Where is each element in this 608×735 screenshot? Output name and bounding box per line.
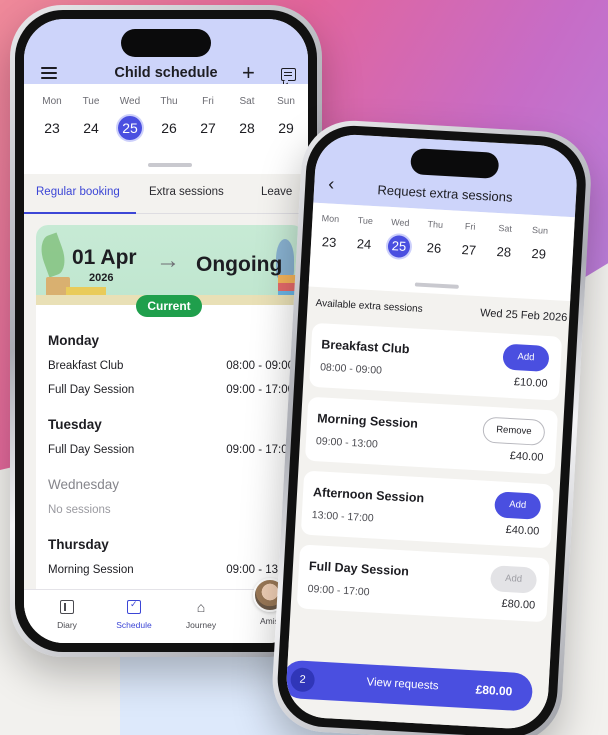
day-tue[interactable]: Tue 24 (347, 205, 382, 257)
drag-handle[interactable] (148, 163, 192, 167)
remove-button[interactable]: Remove (482, 416, 546, 446)
plant-illustration (36, 232, 71, 278)
week-strip: Mon 23 Tue 24 Wed 25 Thu 26 Fri 27 Sat 28 Sun 2… (308, 202, 575, 302)
session-row: Full Day Session 09:00 - 17:00 (48, 384, 294, 396)
bottom-nav: Diary Schedule ⌂ Journey Amisha (24, 578, 308, 643)
day-sat[interactable]: Sat 28 (228, 84, 266, 140)
booking-start-year: 2026 (89, 272, 114, 284)
session-row: Morning Session 09:00 - 13:00 (48, 564, 294, 576)
day-wed-selected[interactable]: Wed 25 (111, 84, 149, 140)
drag-handle[interactable] (414, 282, 459, 289)
diary-icon (60, 600, 74, 614)
phone-request-extra-sessions: ‹ Request extra sessions Mon 23 Tue 24 Wed… (269, 118, 594, 735)
calendar-check-icon (127, 599, 141, 614)
session-card: Breakfast Club 08:00 - 09:00 Add £10.00 (309, 322, 563, 401)
status-badge: Current (136, 295, 202, 317)
session-row: Full Day Session 09:00 - 17:00 (48, 444, 294, 456)
add-button[interactable]: Add (502, 343, 550, 373)
nav-schedule[interactable]: Schedule (104, 599, 164, 630)
request-count-badge: 2 (289, 667, 316, 693)
weekly-schedule: Monday Breakfast Club 08:00 - 09:00 Full … (48, 333, 294, 588)
view-requests-total: £80.00 (475, 682, 513, 699)
extra-sessions-screen: ‹ Request extra sessions Mon 23 Tue 24 Wed… (284, 132, 579, 731)
booking-end: Ongoing (196, 253, 283, 276)
graduation-cap-icon: ⌂ (196, 599, 206, 615)
view-requests-label: View requests (366, 676, 439, 693)
booking-banner: 01 Apr 2026 → Ongoing (36, 225, 304, 305)
day-tue[interactable]: Tue 24 (72, 84, 110, 140)
schedule-screen: Child schedule + Mon 23 Tue 24 Wed 25 Thu 26… (24, 19, 308, 643)
tab-extra-sessions[interactable]: Extra sessions (149, 186, 224, 198)
booking-start-date: 01 Apr (72, 246, 137, 269)
message-icon[interactable] (281, 68, 296, 81)
tab-bar: Regular booking Extra sessions Leave (24, 174, 308, 214)
page-title: Child schedule (114, 65, 218, 81)
day-heading: Wednesday (48, 477, 120, 492)
day-sun[interactable]: Sun 29 (522, 214, 557, 266)
day-heading: Thursday (48, 537, 109, 552)
tab-leave[interactable]: Leave (261, 186, 292, 198)
nav-diary[interactable]: Diary (37, 600, 97, 630)
day-sat[interactable]: Sat 28 (487, 213, 522, 265)
booking-card: 01 Apr 2026 → Ongoing Current Monday Bre… (36, 225, 304, 605)
session-card: Afternoon Session 13:00 - 17:00 Add £40.… (300, 470, 554, 549)
available-sessions-header: Available extra sessions Wed 25 Feb 2026 (315, 298, 567, 324)
day-sun[interactable]: Sun 29 (267, 84, 305, 140)
tab-underline (24, 212, 136, 214)
nav-journey[interactable]: ⌂ Journey (171, 600, 231, 630)
day-fri[interactable]: Fri 27 (452, 211, 487, 263)
dynamic-island (121, 29, 211, 57)
add-button[interactable]: Add (494, 491, 542, 520)
day-fri[interactable]: Fri 27 (189, 84, 227, 140)
day-thu[interactable]: Thu 26 (150, 84, 188, 140)
add-button-disabled: Add (489, 565, 538, 594)
day-heading: Tuesday (48, 417, 102, 432)
tab-regular-booking[interactable]: Regular booking (36, 186, 120, 198)
arrow-right-icon: → (156, 247, 180, 274)
no-sessions-text: No sessions (48, 504, 111, 516)
day-wed-selected[interactable]: Wed 25 (382, 207, 417, 259)
session-card: Morning Session 09:00 - 13:00 Remove £40… (304, 396, 559, 475)
available-label: Available extra sessions (315, 297, 423, 315)
session-card: Full Day Session 09:00 - 17:00 Add £80.0… (296, 544, 550, 623)
session-row: Breakfast Club 08:00 - 09:00 (48, 360, 294, 372)
day-heading: Monday (48, 333, 100, 348)
day-thu[interactable]: Thu 26 (417, 209, 452, 261)
day-mon[interactable]: Mon 23 (33, 84, 71, 140)
available-date: Wed 25 Feb 2026 (479, 307, 568, 324)
phone-child-schedule: Child schedule + Mon 23 Tue 24 Wed 25 Thu 26… (10, 5, 322, 657)
day-mon[interactable]: Mon 23 (312, 203, 347, 255)
page-title: Request extra sessions (377, 182, 513, 205)
plus-icon[interactable]: + (242, 62, 255, 84)
week-strip: Mon 23 Tue 24 Wed 25 Thu 26 Fri 27 Sat 28 Sun 2… (24, 84, 308, 174)
dynamic-island (410, 148, 500, 179)
